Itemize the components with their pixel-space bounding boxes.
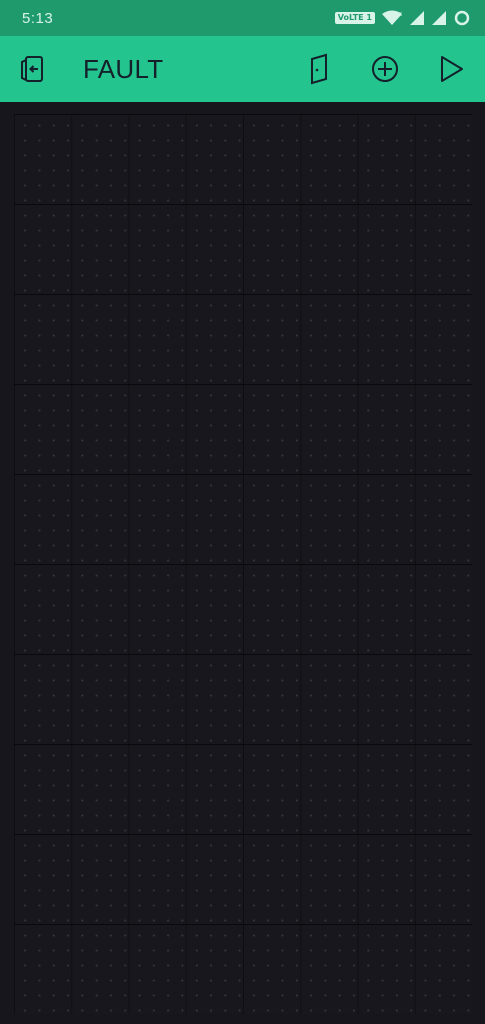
device-button[interactable] xyxy=(297,47,341,91)
status-time: 5:13 xyxy=(22,9,54,27)
add-circle-icon xyxy=(372,56,398,82)
widget-canvas[interactable] xyxy=(0,102,485,1024)
play-icon xyxy=(441,56,463,82)
signal-icon xyxy=(410,11,424,25)
status-bar: 5:13 VoLTE 1 x xyxy=(0,0,485,36)
door-icon xyxy=(311,53,327,85)
app-bar-actions xyxy=(297,47,473,91)
loading-ring-icon xyxy=(454,10,470,26)
svg-text:x: x xyxy=(398,10,402,18)
status-icons: VoLTE 1 x xyxy=(334,9,471,27)
exit-button[interactable] xyxy=(11,47,55,91)
wifi-icon: x xyxy=(382,10,402,25)
signal-icon xyxy=(432,11,446,25)
volte-badge: VoLTE 1 xyxy=(334,12,375,24)
play-button[interactable] xyxy=(429,47,473,91)
add-widget-button[interactable] xyxy=(363,47,407,91)
canvas-grid[interactable] xyxy=(14,114,472,1014)
page-title: FAULT xyxy=(83,53,164,84)
exit-door-icon xyxy=(21,56,43,82)
app-bar: FAULT xyxy=(0,36,485,102)
